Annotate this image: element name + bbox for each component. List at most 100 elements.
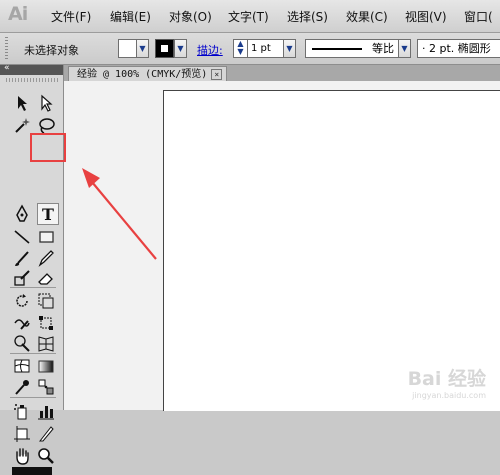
menu-bar: Ai 文件(F) 编辑(E) 对象(O) 文字(T) 选择(S) 效果(C) 视… xyxy=(0,0,500,33)
menu-file[interactable]: 文件(F) xyxy=(51,8,91,25)
watermark: Bai 经验 jingyan.baidu.com xyxy=(408,364,486,400)
watermark-main: Bai 经验 xyxy=(407,368,486,390)
pen-tool[interactable] xyxy=(12,204,32,224)
menu-edit[interactable]: 编辑(E) xyxy=(110,8,151,25)
shape-builder-tool[interactable] xyxy=(12,333,32,353)
stroke-swatch[interactable] xyxy=(155,39,174,58)
rotate-tool-icon xyxy=(16,294,28,307)
blob-brush-tool-icon xyxy=(14,270,30,286)
direct-selection-tool-icon xyxy=(41,94,53,112)
hand-tool-icon xyxy=(16,448,29,465)
fill-swatch[interactable] xyxy=(118,39,137,58)
warp-tool-icon xyxy=(14,319,30,330)
svg-text:T: T xyxy=(42,205,54,224)
watermark-sub: jingyan.baidu.com xyxy=(412,391,486,400)
stroke-weight-field[interactable]: 1 pt xyxy=(247,39,286,58)
line-segment-tool[interactable] xyxy=(12,227,32,247)
control-bar-grip[interactable] xyxy=(5,37,8,59)
slice-tool[interactable] xyxy=(36,424,56,444)
menu-view[interactable]: 视图(V) xyxy=(405,8,447,25)
rectangle-tool-icon xyxy=(39,231,54,243)
stroke-profile-label: 等比 xyxy=(372,42,394,55)
menu-window[interactable]: 窗口( xyxy=(464,8,493,25)
zoom-tool[interactable] xyxy=(36,446,56,466)
eraser-tool-icon xyxy=(38,273,53,285)
collapse-panel-icon[interactable]: « xyxy=(4,63,10,73)
document-tab[interactable]: 经验 @ 100% (CMYK/预览) × xyxy=(68,66,228,82)
blob-brush-tool[interactable] xyxy=(12,268,32,288)
fill-stroke-swatch[interactable] xyxy=(12,467,52,475)
gradient-tool-icon xyxy=(38,360,54,373)
zoom-tool-icon xyxy=(38,448,54,464)
artboard-tool-icon xyxy=(14,426,30,442)
lasso-tool-icon xyxy=(39,118,55,134)
eraser-tool[interactable] xyxy=(36,268,56,288)
pencil-tool-icon xyxy=(38,250,54,267)
paintbrush-tool-icon xyxy=(15,251,29,266)
rotate-tool[interactable] xyxy=(12,291,32,311)
perspective-grid-tool[interactable] xyxy=(36,333,56,353)
perspective-grid-tool-icon xyxy=(38,336,54,352)
stroke-dropdown-button[interactable]: ▼ xyxy=(174,39,187,58)
selection-tool-icon xyxy=(18,96,27,111)
line-segment-tool-icon xyxy=(14,230,30,244)
fill-dropdown-button[interactable]: ▼ xyxy=(136,39,149,58)
column-graph-tool[interactable] xyxy=(36,401,56,421)
control-bar: 未选择对象 ▼ ▼ 描边: ▲ ▼ 1 pt ▼ 等比 ▼ · 2 pt. 椭圆形 xyxy=(0,33,500,65)
artboard-tool[interactable] xyxy=(12,424,32,444)
menu-object[interactable]: 对象(O) xyxy=(169,8,212,25)
tools-panel-grip[interactable] xyxy=(6,78,58,82)
stroke-weight-dropdown[interactable]: ▼ xyxy=(283,39,296,58)
type-tool[interactable]: T xyxy=(37,203,59,225)
selection-status: 未选择对象 xyxy=(24,44,79,57)
menu-type[interactable]: 文字(T) xyxy=(228,8,269,25)
stroke-weight-stepper[interactable]: ▲ ▼ xyxy=(233,39,248,58)
pen-tool-icon xyxy=(16,204,28,222)
hand-tool[interactable] xyxy=(12,446,32,466)
blend-tool[interactable] xyxy=(36,377,56,397)
document-tab-title: 经验 @ 100% (CMYK/预览) xyxy=(77,69,208,80)
tools-panel-header[interactable]: « xyxy=(0,63,63,75)
warp-tool[interactable] xyxy=(12,313,32,333)
lasso-tool[interactable] xyxy=(36,115,56,135)
brush-definition-select[interactable]: · 2 pt. 椭圆形 xyxy=(417,39,500,58)
close-icon[interactable]: × xyxy=(211,68,223,80)
rectangle-tool[interactable] xyxy=(36,227,56,247)
eyedropper-tool-icon xyxy=(15,380,29,395)
shape-builder-tool-icon xyxy=(14,335,30,352)
magic-wand-tool-icon xyxy=(15,118,30,133)
artboard[interactable] xyxy=(163,90,500,411)
tools-panel: « T xyxy=(0,63,64,475)
document-tab-bar: 经验 @ 100% (CMYK/预览) × xyxy=(64,65,500,82)
pencil-tool[interactable] xyxy=(36,248,56,268)
symbol-sprayer-tool[interactable] xyxy=(12,401,32,421)
free-transform-tool[interactable] xyxy=(36,313,56,333)
scale-tool[interactable] xyxy=(36,291,56,311)
tool-group-divider xyxy=(10,397,56,398)
blend-tool-icon xyxy=(38,379,54,395)
tool-group-divider xyxy=(10,287,56,288)
profile-dropdown-button[interactable]: ▼ xyxy=(398,39,411,58)
symbol-sprayer-tool-icon xyxy=(14,404,27,420)
column-graph-tool-icon xyxy=(38,406,54,420)
tool-group-divider xyxy=(10,353,56,354)
slice-tool-icon xyxy=(38,426,54,442)
menu-select[interactable]: 选择(S) xyxy=(287,8,328,25)
stroke-panel-link[interactable]: 描边: xyxy=(197,42,223,58)
magic-wand-tool[interactable] xyxy=(12,115,32,135)
type-tool-highlight xyxy=(30,133,66,162)
type-tool-icon: T xyxy=(42,205,54,224)
eyedropper-tool[interactable] xyxy=(12,377,32,397)
scale-tool-icon xyxy=(38,293,54,309)
gradient-tool[interactable] xyxy=(36,356,56,376)
direct-selection-tool[interactable] xyxy=(36,93,56,113)
mesh-tool[interactable] xyxy=(12,356,32,376)
stroke-profile-line xyxy=(312,48,362,50)
mesh-tool-icon xyxy=(14,359,30,373)
paintbrush-tool[interactable] xyxy=(12,248,32,268)
selection-tool[interactable] xyxy=(12,93,32,113)
app-logo: Ai xyxy=(8,3,28,25)
variable-width-profile-select[interactable]: 等比 xyxy=(305,39,399,58)
free-transform-tool-icon xyxy=(39,316,53,330)
menu-effect[interactable]: 效果(C) xyxy=(346,8,388,25)
